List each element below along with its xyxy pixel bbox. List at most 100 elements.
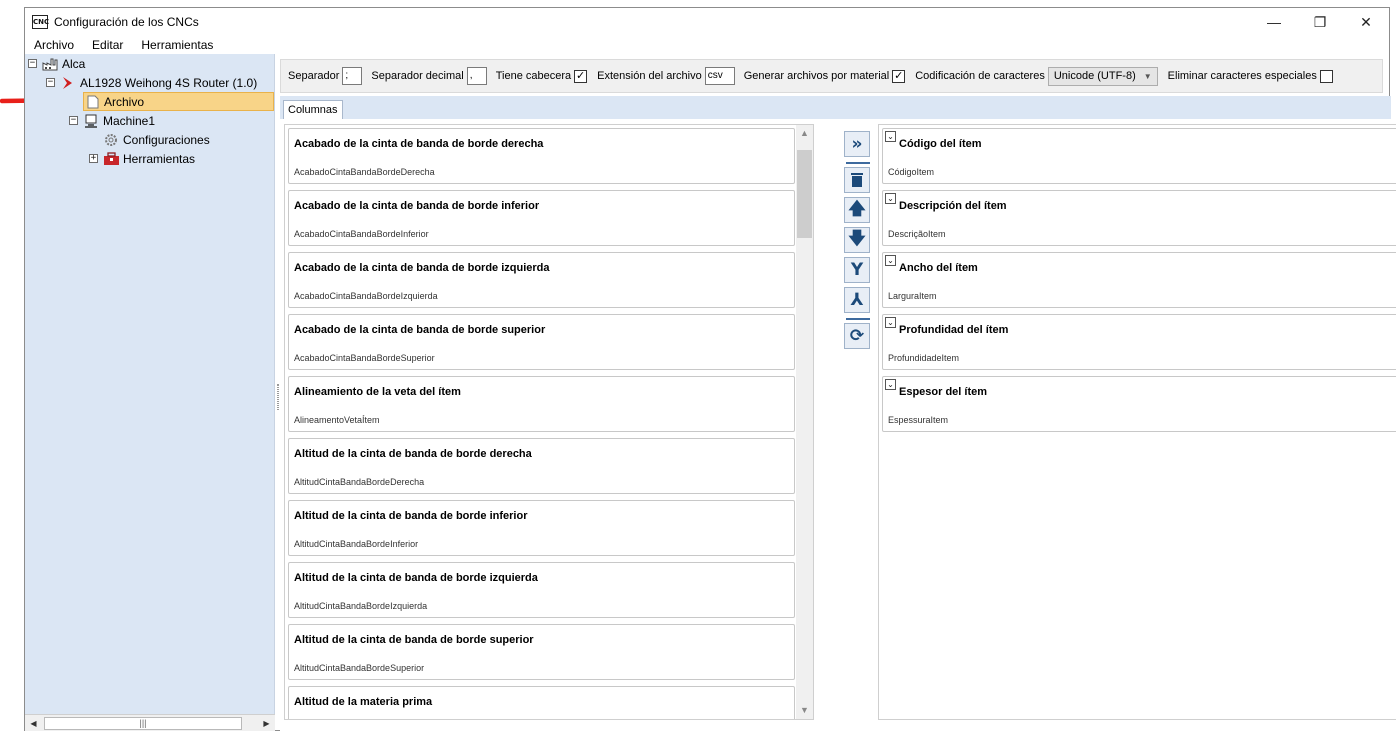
tree-label-herramientas: Herramientas <box>123 151 196 166</box>
column-title: Código del ítem <box>899 138 982 150</box>
available-column-card[interactable]: Altitud de la cinta de banda de borde in… <box>288 500 795 556</box>
cabecera-label: Tiene cabecera <box>495 70 572 82</box>
codificacion-select[interactable]: Unicode (UTF-8) ▼ <box>1047 66 1158 86</box>
delete-button[interactable] <box>844 167 870 193</box>
extension-input[interactable]: csv <box>704 67 735 85</box>
factory-icon <box>42 57 59 71</box>
available-column-card[interactable]: Acabado de la cinta de banda de borde su… <box>288 314 795 370</box>
scroll-right-icon[interactable]: ▶ <box>258 715 275 732</box>
column-title: Altitud de la cinta de banda de borde de… <box>294 448 532 460</box>
tree-node-machine1[interactable]: − Machine1 <box>69 111 155 130</box>
refresh-button[interactable]: ⟳ <box>844 323 870 349</box>
add-columns-icon: » <box>851 134 863 154</box>
cabecera-checkbox[interactable]: ✓ <box>574 69 588 83</box>
available-column-card[interactable]: Altitud de la cinta de banda de borde de… <box>288 438 795 494</box>
decimal-label: Separador decimal <box>371 70 464 82</box>
restore-button[interactable]: ❐ <box>1297 8 1343 36</box>
monitor-icon <box>83 114 100 128</box>
available-column-card[interactable]: Acabado de la cinta de banda de borde de… <box>288 128 795 184</box>
columns-panel: Acabado de la cinta de banda de borde de… <box>280 119 1396 731</box>
app-icon: CNC <box>32 15 49 29</box>
available-column-card[interactable]: Acabado de la cinta de banda de borde in… <box>288 190 795 246</box>
por-material-checkbox[interactable]: ✓ <box>892 69 906 83</box>
available-column-card[interactable]: Altitud de la cinta de banda de borde su… <box>288 624 795 680</box>
por-material-label: Generar archivos por material <box>743 70 890 82</box>
configuration-tree: − Alca − AL1928 Weihong 4S Router (1.0) … <box>25 54 275 731</box>
column-title: Ancho del ítem <box>899 262 978 274</box>
menu-herramientas[interactable]: Herramientas <box>135 38 219 52</box>
scroll-thumb[interactable] <box>797 150 812 238</box>
column-title: Descripción del ítem <box>899 200 1007 212</box>
collapse-chevron-icon[interactable]: ⌄ <box>885 317 896 328</box>
tree-label-configuraciones: Configuraciones <box>123 132 210 147</box>
minimize-button[interactable]: — <box>1251 8 1297 36</box>
collapse-chevron-icon[interactable]: ⌄ <box>885 255 896 266</box>
move-down-button[interactable]: 🡇 <box>844 227 870 253</box>
machine-chevron-icon <box>60 76 77 90</box>
tree-node-configuraciones[interactable]: Configuraciones <box>103 130 210 149</box>
selected-column-card[interactable]: ⌄ Descripción del ítem DescriçãoItem <box>882 190 1396 246</box>
scroll-left-icon[interactable]: ◀ <box>25 715 42 732</box>
column-title: Espesor del ítem <box>899 386 988 398</box>
collapse-icon[interactable]: − <box>28 59 37 68</box>
column-key: DescriçãoItem <box>888 229 946 239</box>
column-title: Acabado de la cinta de banda de borde iz… <box>294 262 550 274</box>
add-columns-button[interactable]: » <box>844 131 870 157</box>
tree-node-archivo[interactable]: Archivo <box>83 92 274 111</box>
separador-input[interactable]: ; <box>342 67 363 85</box>
selected-columns-list: ⌄ Código del ítem CódigoItem ⌄ Descripción d… <box>878 124 1396 720</box>
expand-icon[interactable]: + <box>89 154 98 163</box>
menu-archivo[interactable]: Archivo <box>28 38 80 52</box>
tree-label-machine: AL1928 Weihong 4S Router (1.0) <box>80 75 258 90</box>
separator <box>846 162 870 164</box>
column-title: Altitud de la cinta de banda de borde su… <box>294 634 534 646</box>
export-options-bar: Separador ; Separador decimal , Tiene ca… <box>280 59 1383 93</box>
column-title: Acabado de la cinta de banda de borde de… <box>294 138 544 150</box>
column-key: AcabadoCintaBandaBordeInferior <box>294 229 429 239</box>
separador-label: Separador <box>288 70 340 82</box>
column-title: Altitud de la cinta de banda de borde iz… <box>294 572 538 584</box>
collapse-icon[interactable]: − <box>69 116 78 125</box>
move-up-button[interactable]: 🡅 <box>844 197 870 223</box>
eliminar-label: Eliminar caracteres especiales <box>1167 70 1317 82</box>
column-title: Profundidad del ítem <box>899 324 1009 336</box>
available-column-card[interactable]: Acabado de la cinta de banda de borde iz… <box>288 252 795 308</box>
toolbox-icon <box>103 151 120 166</box>
splitter-handle[interactable] <box>277 384 279 410</box>
menu-editar[interactable]: Editar <box>86 38 129 52</box>
available-column-card[interactable]: Altitud de la materia prima <box>288 686 795 719</box>
available-columns-list: Acabado de la cinta de banda de borde de… <box>284 124 814 720</box>
selected-column-card[interactable]: ⌄ Profundidad del ítem ProfundidadeItem <box>882 314 1396 370</box>
selected-column-card[interactable]: ⌄ Código del ítem CódigoItem <box>882 128 1396 184</box>
collapse-chevron-icon[interactable]: ⌄ <box>885 193 896 204</box>
split-button[interactable]: ⅄ <box>844 287 870 313</box>
decimal-input[interactable]: , <box>466 67 487 85</box>
selected-column-card[interactable]: ⌄ Espesor del ítem EspessuraItem <box>882 376 1396 432</box>
scroll-down-icon[interactable]: ▼ <box>796 702 813 719</box>
column-key: AlineamentoVetaÍtem <box>294 415 380 425</box>
selected-column-card[interactable]: ⌄ Ancho del ítem LarguraItem <box>882 252 1396 308</box>
collapse-chevron-icon[interactable]: ⌄ <box>885 379 896 390</box>
available-columns-scrollbar[interactable]: ▲ ▼ <box>796 125 813 719</box>
eliminar-checkbox[interactable] <box>1319 69 1333 83</box>
tree-label-alca: Alca <box>62 56 86 71</box>
window-title: Configuración de los CNCs <box>54 15 199 29</box>
scroll-up-icon[interactable]: ▲ <box>796 125 813 142</box>
merge-button[interactable]: Y <box>844 257 870 283</box>
available-column-card[interactable]: Alineamiento de la veta del ítem Alineame… <box>288 376 795 432</box>
tree-node-herramientas[interactable]: + Herramientas <box>89 149 195 168</box>
column-key: AltitudCintaBandaBordeIzquierda <box>294 601 428 611</box>
available-column-card[interactable]: Altitud de la cinta de banda de borde iz… <box>288 562 795 618</box>
tab-columnas[interactable]: Columnas <box>283 100 343 120</box>
collapse-icon[interactable]: − <box>46 78 55 87</box>
column-key: LarguraItem <box>888 291 937 301</box>
tree-node-alca[interactable]: − Alca <box>28 54 85 73</box>
gear-icon <box>103 133 120 147</box>
close-button[interactable]: ✕ <box>1343 8 1389 36</box>
tree-horizontal-scrollbar[interactable]: ◀ ||| ▶ <box>25 714 275 731</box>
scroll-thumb[interactable]: ||| <box>44 717 242 730</box>
collapse-chevron-icon[interactable]: ⌄ <box>885 131 896 142</box>
codificacion-label: Codificación de caracteres <box>915 70 1045 82</box>
tree-label-archivo: Archivo <box>104 94 145 109</box>
tree-node-machine[interactable]: − AL1928 Weihong 4S Router (1.0) <box>46 73 257 92</box>
